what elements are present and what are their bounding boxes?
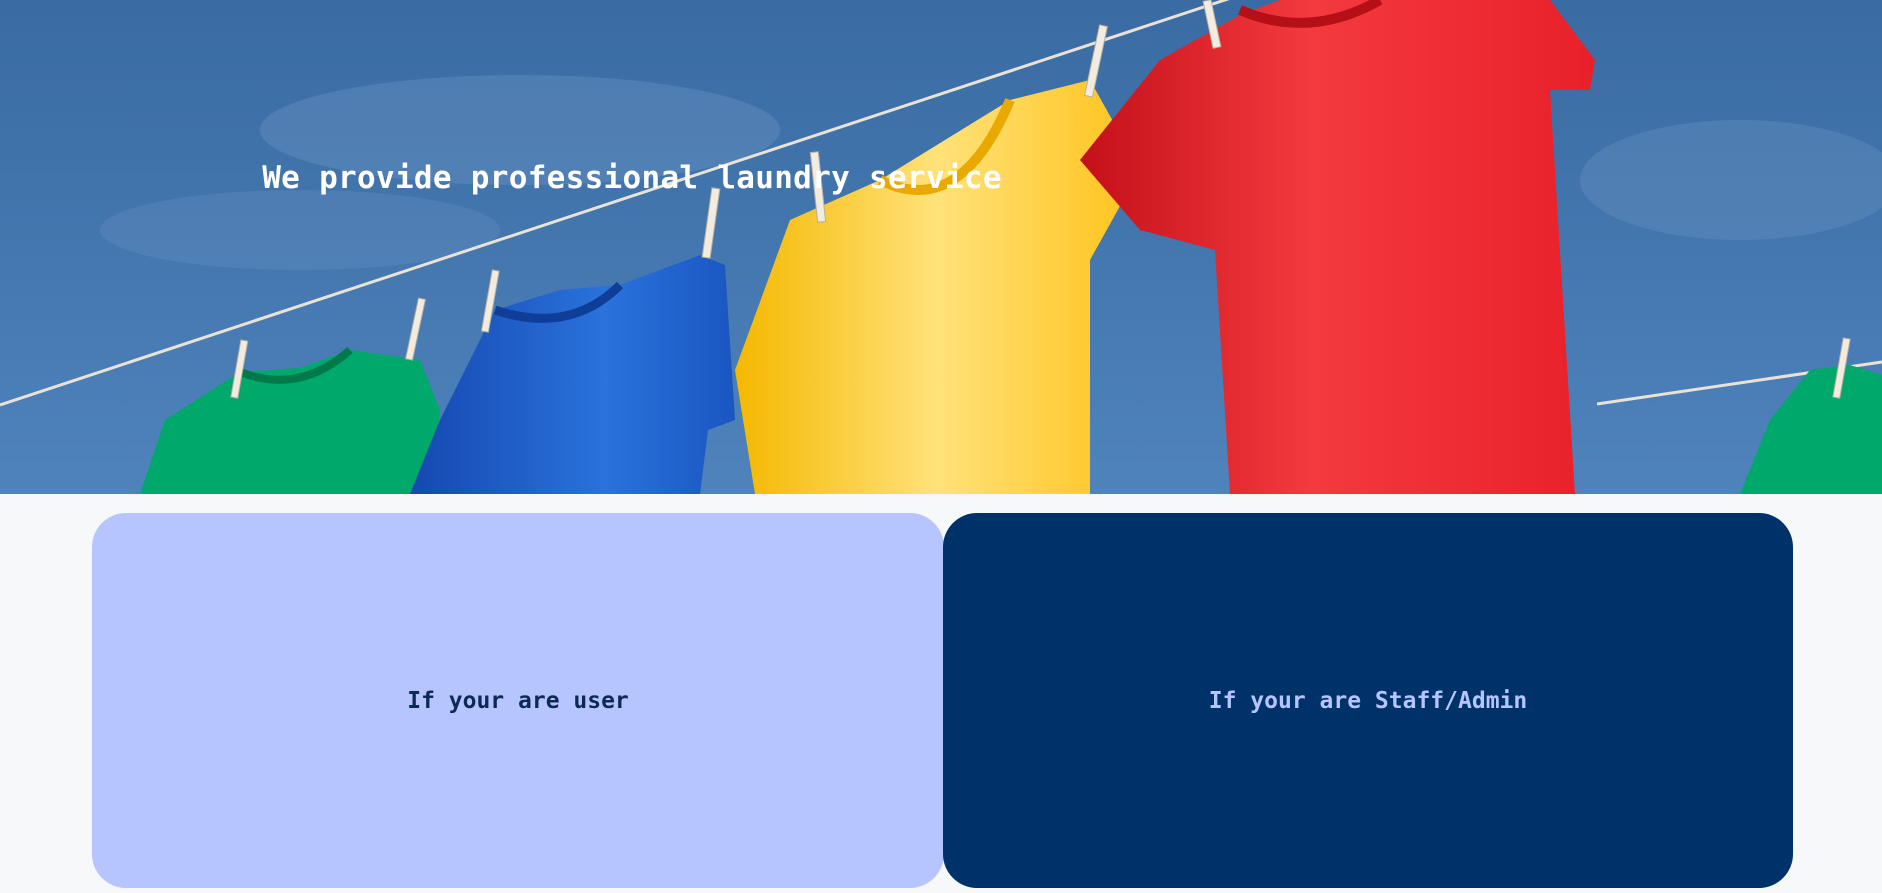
hero-title: We provide professional laundry service <box>262 160 1002 196</box>
hero-banner: We provide professional laundry service <box>0 0 1882 494</box>
staff-admin-card-button[interactable]: If your are Staff/Admin <box>943 513 1793 888</box>
staff-admin-card-label: If your are Staff/Admin <box>1208 687 1528 714</box>
clothesline-image <box>0 0 1882 494</box>
user-card-label: If your are user <box>407 687 629 714</box>
user-card-button[interactable]: If your are user <box>92 513 944 888</box>
